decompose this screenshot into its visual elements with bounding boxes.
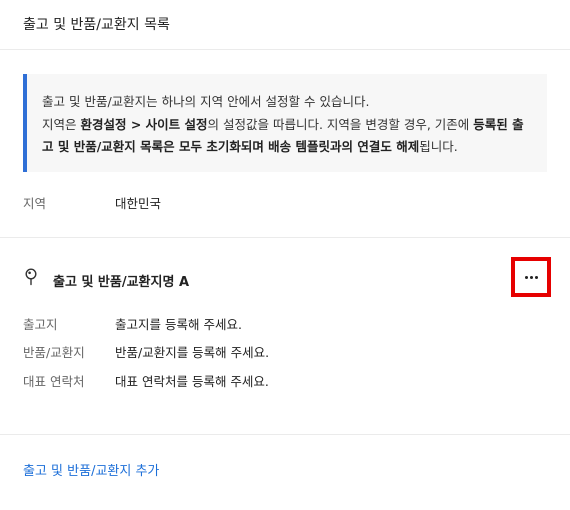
region-label: 지역 (23, 196, 47, 211)
info-row-return: 반품/교환지 반품/교환지를 등록해 주세요. (23, 342, 543, 360)
page: 출고 및 반품/교환지 목록 출고 및 반품/교환지는 하나의 지역 안에서 설… (0, 0, 570, 510)
region-value: 대한민국 (115, 196, 162, 211)
contact-label: 대표 연락처 (23, 374, 85, 389)
return-address-value: 반품/교환지를 등록해 주세요. (115, 345, 270, 360)
notice-settings-path: 환경설정 > 사이트 설정 (80, 116, 208, 132)
notice-line-1: 출고 및 반품/교환지는 하나의 지역 안에서 설정할 수 있습니다. (42, 94, 370, 109)
notice-box: 출고 및 반품/교환지는 하나의 지역 안에서 설정할 수 있습니다. 지역은 … (23, 74, 547, 172)
info-row-shipping: 출고지 출고지를 등록해 주세요. (23, 314, 543, 332)
contact-value: 대표 연락처를 등록해 주세요. (115, 374, 269, 389)
info-row-contact: 대표 연락처 대표 연락처를 등록해 주세요. (23, 371, 543, 389)
return-address-label: 반품/교환지 (23, 345, 85, 360)
notice-text-middle: 의 설정값을 따릅니다. 지역을 변경할 경우, 기존에 (207, 116, 474, 132)
notice-text-suffix: 됩니다. (419, 139, 458, 154)
notice-line-2: 지역은 환경설정 > 사이트 설정의 설정값을 따릅니다. 지역을 변경할 경우… (42, 114, 533, 159)
more-options-button[interactable] (511, 257, 551, 297)
more-horizontal-icon (524, 275, 538, 279)
notice-text-prefix: 지역은 (42, 116, 81, 132)
add-location-link[interactable]: 출고 및 반품/교환지 추가 (23, 460, 159, 479)
shipping-origin-value: 출고지를 등록해 주세요. (115, 317, 242, 332)
divider (0, 237, 570, 238)
region-row: 지역 대한민국 (23, 193, 543, 211)
location-name: 출고 및 반품/교환지명 A (53, 275, 190, 290)
divider (0, 434, 570, 435)
location-header: 출고 및 반품/교환지명 A (23, 268, 323, 290)
page-header: 출고 및 반품/교환지 목록 (0, 0, 570, 50)
pin-icon (23, 268, 39, 288)
shipping-origin-label: 출고지 (23, 317, 58, 332)
page-title: 출고 및 반품/교환지 목록 (23, 17, 170, 33)
